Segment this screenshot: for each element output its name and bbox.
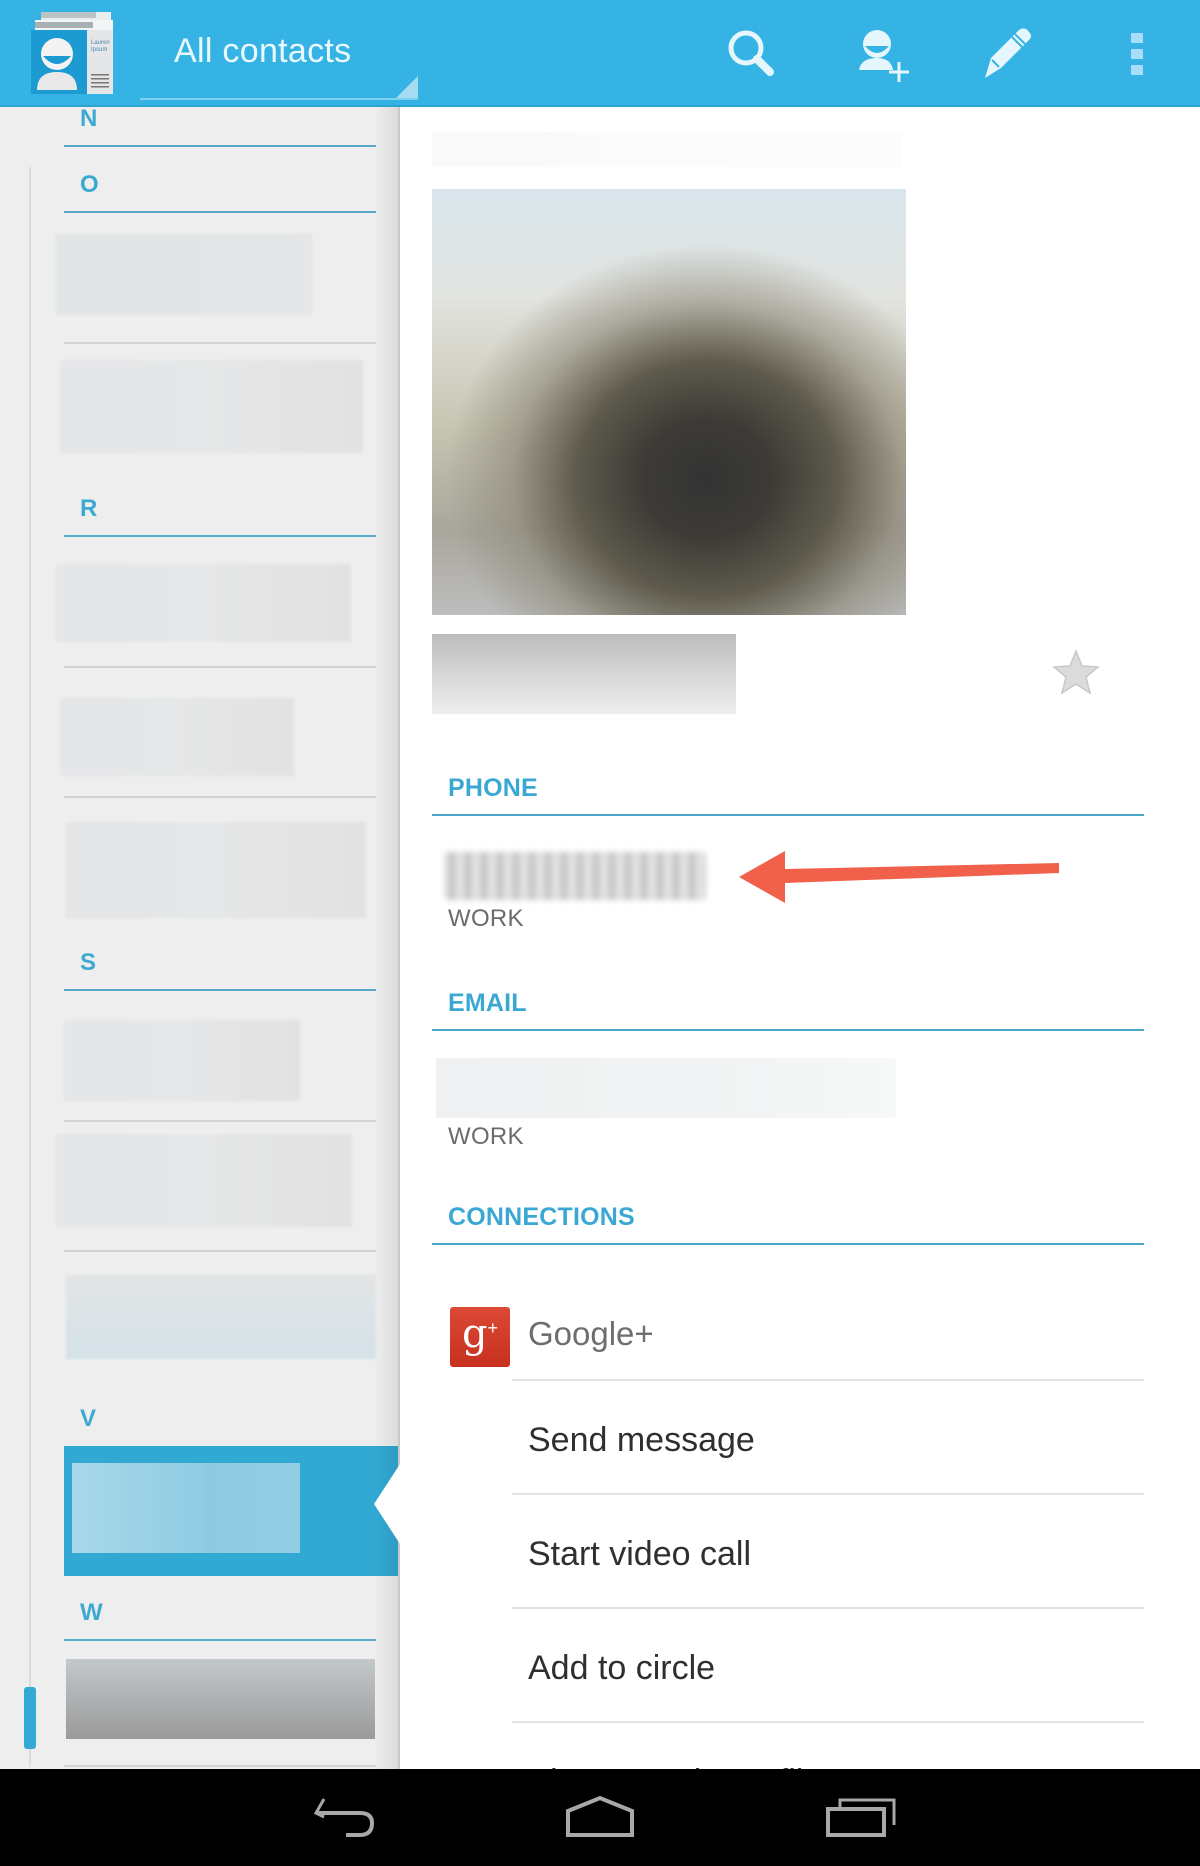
overflow-menu-button[interactable] (1102, 20, 1172, 88)
start-video-call-button[interactable]: Start video call (512, 1493, 1144, 1607)
spinner-title: All contacts (174, 32, 352, 70)
email-item[interactable]: WORK (432, 1058, 1144, 1158)
favorite-star-button[interactable] (1050, 647, 1102, 699)
divider (64, 1250, 376, 1252)
contact-list-item[interactable] (56, 360, 376, 453)
recent-apps-icon (826, 1798, 896, 1837)
add-contact-button[interactable] (850, 20, 920, 88)
divider (64, 1765, 376, 1767)
section-header-v: V (80, 1405, 97, 1432)
contact-list-item[interactable] (56, 1659, 376, 1739)
view-google-profile-button[interactable]: View Google profile (512, 1721, 1144, 1769)
home-button[interactable] (545, 1787, 655, 1847)
spinner-triangle-icon (396, 76, 418, 98)
redacted-name (60, 698, 294, 776)
home-icon (566, 1795, 634, 1837)
edit-button[interactable] (972, 20, 1042, 88)
redacted-name (60, 360, 363, 453)
contact-list-item[interactable] (56, 234, 376, 315)
contact-list-item[interactable] (56, 564, 376, 642)
svg-text:Lauren: Lauren (91, 40, 110, 46)
section-header-o: O (64, 153, 376, 213)
redacted-name (56, 564, 351, 642)
contact-photo[interactable] (432, 189, 906, 615)
system-navigation-bar (0, 1769, 1200, 1866)
email-address-redacted (436, 1058, 896, 1118)
back-button[interactable] (290, 1787, 400, 1847)
annotation-arrow (739, 851, 1059, 903)
section-header-s: S (64, 931, 376, 991)
section-header-r: R (64, 477, 376, 537)
add-person-icon (859, 30, 909, 82)
fast-scroll-track[interactable] (29, 167, 31, 1767)
contacts-app-icon[interactable]: Lauren Ipsum (27, 10, 117, 96)
search-icon (728, 30, 774, 76)
add-to-circle-button[interactable]: Add to circle (512, 1607, 1144, 1721)
redacted-name (56, 1134, 352, 1227)
contact-list-item[interactable] (56, 1134, 376, 1227)
divider (64, 1120, 376, 1122)
contact-name-redacted (432, 132, 902, 167)
contact-list-item[interactable] (56, 1275, 376, 1359)
recent-apps-button[interactable] (805, 1787, 915, 1847)
search-button[interactable] (717, 20, 787, 88)
divider (64, 666, 376, 668)
redacted-name (64, 1020, 300, 1101)
redacted-name (66, 1659, 375, 1739)
back-icon (313, 1798, 375, 1837)
spinner-underline (140, 98, 418, 100)
google-plus-icon: g + (450, 1307, 510, 1367)
selection-pointer (374, 1464, 400, 1544)
google-plus-connection[interactable]: g + Google+ (432, 1287, 1144, 1383)
contact-detail-pane[interactable]: PHONE WORK EMAIL WORK CONNECTIONS g + Goo… (400, 107, 1200, 1769)
contact-list-pane[interactable]: N O R S V W (0, 107, 400, 1769)
divider (64, 796, 376, 798)
pencil-icon (985, 28, 1031, 78)
contact-list-item[interactable] (56, 822, 376, 918)
contact-organization-redacted (432, 634, 736, 714)
fast-scroll-thumb[interactable] (24, 1687, 36, 1749)
google-plus-label: Google+ (528, 1315, 654, 1352)
phone-type-label: WORK (448, 905, 524, 932)
redacted-name (72, 1463, 300, 1553)
section-header-w: W (64, 1581, 376, 1641)
section-header-n: N (64, 107, 376, 147)
action-bar: Lauren Ipsum All contacts (0, 0, 1200, 107)
phone-section-header: PHONE (432, 766, 1144, 816)
svg-text:Ipsum: Ipsum (91, 47, 107, 53)
redacted-name (66, 822, 366, 918)
star-icon (1052, 648, 1100, 695)
redacted-name (66, 1275, 376, 1359)
account-filter-spinner[interactable]: All contacts (140, 0, 424, 100)
email-section-header: EMAIL (432, 981, 1144, 1031)
send-message-button[interactable]: Send message (512, 1379, 1144, 1493)
redacted-name (56, 234, 312, 315)
contact-list-item[interactable] (56, 1020, 376, 1101)
connections-section-header: CONNECTIONS (432, 1195, 1144, 1245)
email-type-label: WORK (448, 1123, 524, 1150)
phone-number-redacted (444, 852, 706, 900)
selected-contact-item[interactable] (64, 1446, 400, 1576)
divider (64, 342, 376, 344)
more-vertical-icon (1131, 33, 1143, 75)
contact-list-item[interactable] (56, 698, 376, 776)
